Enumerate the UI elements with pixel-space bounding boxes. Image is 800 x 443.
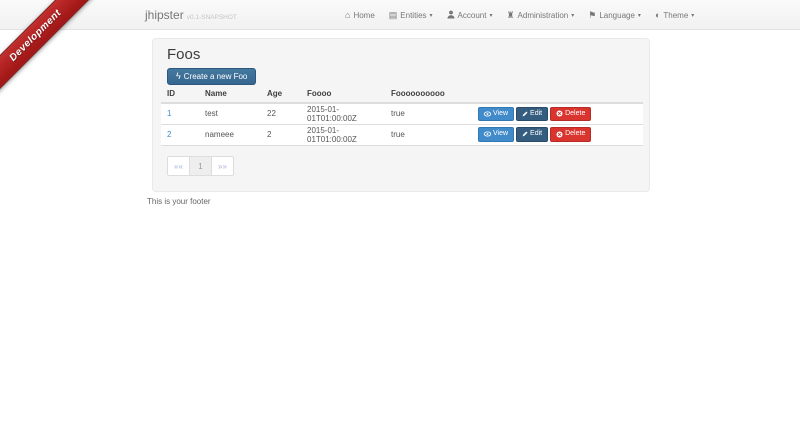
nav-language-label: Language <box>599 11 635 20</box>
nav-theme-label: Theme <box>663 11 688 20</box>
edit-button[interactable]: Edit <box>516 107 548 121</box>
nav-item-administration[interactable]: ♜ Administration ▾ <box>499 0 581 30</box>
row1-foooo: 2015-01-01T01:00:00Z <box>301 103 385 124</box>
row2-age: 2 <box>261 124 301 145</box>
nav-home-label: Home <box>353 11 374 20</box>
chevron-down-icon: ▾ <box>430 12 433 19</box>
delete-button[interactable]: Delete <box>550 107 591 121</box>
row2-foooo: 2015-01-01T01:00:00Z <box>301 124 385 145</box>
main-nav: ⌂ Home ▤ Entities ▾ Account ▾ ♜ Administ… <box>338 0 701 30</box>
table-row: 1 test 22 2015-01-01T01:00:00Z true View <box>161 103 643 124</box>
nav-account-label: Account <box>458 11 487 20</box>
row2-foo2: true <box>385 124 472 145</box>
adjust-icon: ◐ <box>655 11 660 20</box>
pencil-icon <box>522 111 528 117</box>
chevron-down-icon: ▾ <box>489 12 492 19</box>
col-header-fooooooooooo: Foooooooooo <box>385 86 472 103</box>
flag-icon: ⚑ <box>588 11 596 20</box>
remove-circle-icon <box>556 110 563 117</box>
nav-item-theme[interactable]: ◐ Theme ▾ <box>648 0 701 30</box>
nav-item-language[interactable]: ⚑ Language ▾ <box>581 0 648 30</box>
row-actions: View Edit Delete <box>478 127 637 141</box>
pagination-last[interactable]: »» <box>211 156 234 176</box>
row1-age: 22 <box>261 103 301 124</box>
col-header-age: Age <box>261 86 301 103</box>
eye-icon <box>484 111 491 117</box>
view-button[interactable]: View <box>478 127 514 141</box>
nav-item-entities[interactable]: ▤ Entities ▾ <box>382 0 440 30</box>
view-button[interactable]: View <box>478 107 514 121</box>
row1-foo2: true <box>385 103 472 124</box>
navbar: jhipsterv0.1-SNAPSHOT ⌂ Home ▤ Entities … <box>0 0 800 30</box>
nav-administration-label: Administration <box>518 11 569 20</box>
pencil-icon <box>522 131 528 137</box>
page: Development jhipsterv0.1-SNAPSHOT ⌂ Home… <box>0 0 800 443</box>
eye-icon <box>484 131 491 137</box>
col-header-id: ID <box>161 86 199 103</box>
list-icon: ▤ <box>389 11 398 20</box>
remove-circle-icon <box>556 131 563 138</box>
home-icon: ⌂ <box>345 11 350 20</box>
table-header-row: ID Name Age Foooo Foooooooooo <box>161 86 643 103</box>
chevron-down-icon: ▾ <box>571 12 574 19</box>
row1-id-link[interactable]: 1 <box>167 109 171 118</box>
user-icon <box>447 10 455 21</box>
nav-entities-label: Entities <box>400 11 426 20</box>
row-actions: View Edit Delete <box>478 107 637 121</box>
tower-icon: ♜ <box>506 11 514 20</box>
nav-item-account[interactable]: Account ▾ <box>440 0 500 30</box>
brand-name: jhipster <box>145 8 184 22</box>
create-foo-button[interactable]: ϟ Create a new Foo <box>167 68 256 85</box>
foo-table: ID Name Age Foooo Foooooooooo 1 test 22 … <box>161 86 643 146</box>
col-header-name: Name <box>199 86 261 103</box>
chevron-down-icon: ▾ <box>638 12 641 19</box>
pagination-first[interactable]: «« <box>167 156 190 176</box>
nav-item-home[interactable]: ⌂ Home <box>338 0 382 30</box>
footer-text: This is your footer <box>147 197 211 206</box>
create-foo-label: Create a new Foo <box>184 72 248 81</box>
row2-name: nameee <box>199 124 261 145</box>
flash-icon: ϟ <box>176 72 181 81</box>
brand-link[interactable]: jhipsterv0.1-SNAPSHOT <box>145 0 237 30</box>
pagination-page-1[interactable]: 1 <box>189 156 212 176</box>
delete-button[interactable]: Delete <box>550 127 591 141</box>
col-header-foooo: Foooo <box>301 86 385 103</box>
brand-version: v0.1-SNAPSHOT <box>187 14 237 21</box>
row1-name: test <box>199 103 261 124</box>
chevron-down-icon: ▾ <box>691 12 694 19</box>
pagination: «« 1 »» <box>167 156 234 176</box>
page-title: Foos <box>167 46 200 63</box>
edit-button[interactable]: Edit <box>516 127 548 141</box>
row2-id-link[interactable]: 2 <box>167 130 171 139</box>
content-panel: Foos ϟ Create a new Foo ID Name Age Fooo… <box>152 38 650 192</box>
col-header-actions <box>472 86 643 103</box>
table-row: 2 nameee 2 2015-01-01T01:00:00Z true Vie… <box>161 124 643 145</box>
